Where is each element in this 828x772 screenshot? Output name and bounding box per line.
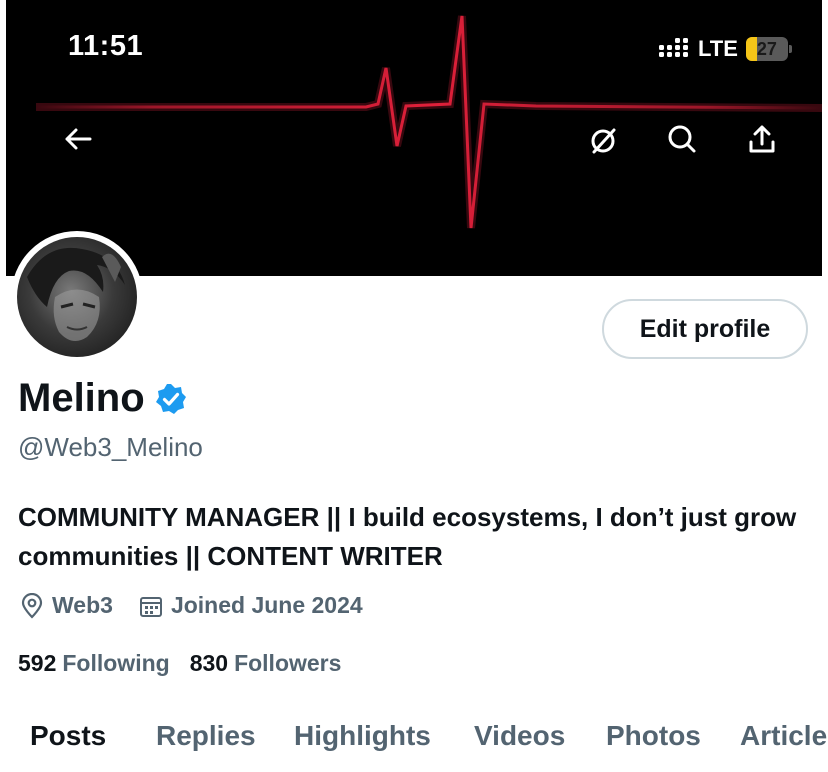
battery-level: 27 <box>756 39 777 59</box>
search-button[interactable] <box>660 117 704 161</box>
location-item: Web3 <box>20 592 113 619</box>
display-name: Melino <box>18 376 145 420</box>
signal-icon <box>659 38 688 57</box>
status-indicators: LTE 27 <box>658 36 792 62</box>
calendar-icon <box>139 596 162 617</box>
profile-bio: COMMUNITY MANAGER || I build ecosystems,… <box>18 502 797 571</box>
avatar-image <box>17 237 137 357</box>
network-label: LTE <box>698 36 738 61</box>
status-time: 11:51 <box>68 30 144 62</box>
location-text: Web3 <box>52 592 113 618</box>
follow-counts: 592 Following 830 Followers <box>18 650 341 677</box>
profile-meta: Web3 Joined June 2024 <box>20 592 363 619</box>
avatar[interactable] <box>11 231 143 363</box>
share-icon <box>749 125 775 153</box>
following-link[interactable]: 592 Following <box>18 650 170 677</box>
search-icon <box>668 125 696 153</box>
name-row: Melino <box>18 376 187 421</box>
battery-icon: 27 <box>745 37 792 61</box>
joined-text: Joined June 2024 <box>170 592 363 618</box>
profile-handle: @Web3_Melino <box>18 432 203 462</box>
following-label: Following <box>62 650 170 676</box>
joined-item: Joined June 2024 <box>139 592 363 619</box>
verified-badge-icon <box>155 383 186 414</box>
tab-replies[interactable]: Replies <box>156 720 256 752</box>
tab-highlights[interactable]: Highlights <box>294 720 431 752</box>
grok-icon <box>591 128 616 154</box>
back-button[interactable] <box>56 117 100 161</box>
header-banner[interactable]: 11:51 LTE 27 <box>6 0 822 276</box>
grok-button[interactable] <box>581 119 625 163</box>
followers-link[interactable]: 830 Followers <box>190 650 342 677</box>
followers-label: Followers <box>234 650 342 676</box>
tab-posts[interactable]: Posts <box>30 720 106 752</box>
tab-videos[interactable]: Videos <box>474 720 565 752</box>
tab-photos[interactable]: Photos <box>606 720 701 752</box>
location-pin-icon <box>21 592 43 619</box>
tab-articles[interactable]: Article <box>740 720 827 752</box>
following-count: 592 <box>18 650 57 676</box>
share-button[interactable] <box>740 117 784 161</box>
arrow-left-icon <box>65 128 92 150</box>
edit-profile-button[interactable]: Edit profile <box>602 299 808 359</box>
followers-count: 830 <box>189 650 229 676</box>
